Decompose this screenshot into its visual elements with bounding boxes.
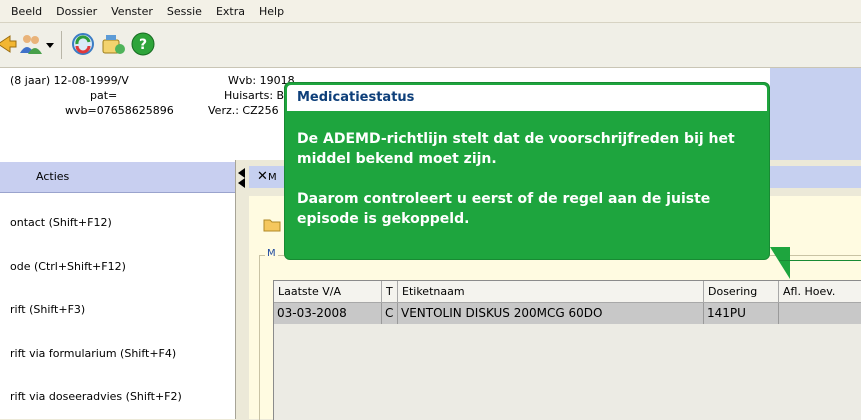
collapse-left-icon[interactable] <box>238 168 245 178</box>
grid-empty-area <box>274 324 861 420</box>
dropdown-arrow-icon[interactable] <box>44 31 56 57</box>
cell-t: C <box>382 303 398 324</box>
patient-verz: Verz.: CZ256 <box>208 104 279 117</box>
toolbar-separator <box>61 31 62 59</box>
menu-extra[interactable]: Extra <box>209 5 252 18</box>
medication-icon[interactable] <box>100 31 126 57</box>
groupbox-label: M <box>265 248 278 259</box>
toolbar: ? <box>0 23 861 68</box>
grid-header: Laatste V/A T Etiketnaam Dosering Afl. H… <box>274 281 861 303</box>
people-icon[interactable] <box>18 31 44 57</box>
collapse-left-icon-2[interactable] <box>238 178 245 188</box>
help-icon[interactable]: ? <box>130 31 156 57</box>
acties-header: Acties <box>0 162 235 193</box>
menu-dossier[interactable]: Dossier <box>49 5 104 18</box>
pane-splitter[interactable] <box>236 160 248 419</box>
refresh-icon[interactable] <box>70 31 96 57</box>
col-dosering[interactable]: Dosering <box>704 281 779 302</box>
patient-age-dob: (8 jaar) 12-08-1999/V <box>10 74 129 87</box>
cell-laatste-va: 03-03-2008 <box>274 303 382 324</box>
cell-afl-hoev <box>779 303 861 324</box>
cell-etiketnaam: VENTOLIN DISKUS 200MCG 60DO <box>398 303 704 324</box>
callout-pointer-line <box>779 260 861 261</box>
action-contact[interactable]: ontact (Shift+F12) <box>10 216 112 229</box>
menu-help[interactable]: Help <box>252 5 291 18</box>
callout-paragraph-2: Daarom controleert u eerst of de regel a… <box>297 191 711 227</box>
col-afl-hoev[interactable]: Afl. Hoev. <box>779 281 861 302</box>
tab-medicatie[interactable]: M <box>268 172 277 183</box>
action-episode[interactable]: ode (Ctrl+Shift+F12) <box>10 260 126 273</box>
cell-dosering: 141PU <box>704 303 779 324</box>
callout-titlebar: Medicatiestatus <box>287 85 767 111</box>
close-tab-icon[interactable]: ✕ <box>257 169 268 184</box>
table-row[interactable]: 03-03-2008 C VENTOLIN DISKUS 200MCG 60DO… <box>274 303 861 324</box>
col-t[interactable]: T <box>382 281 398 302</box>
action-voorschrift-formularium[interactable]: rift via formularium (Shift+F4) <box>10 347 176 360</box>
callout-body: De ADEMD-richtlijn stelt dat de voorschr… <box>297 129 759 249</box>
action-voorschrift[interactable]: rift (Shift+F3) <box>10 303 85 316</box>
action-voorschrift-doseeradvies[interactable]: rift via doseeradvies (Shift+F2) <box>10 390 182 403</box>
menubar: Beeld Dossier Venster Sessie Extra Help <box>0 0 861 23</box>
patient-pat: pat= <box>90 89 118 102</box>
acties-pane: Acties ontact (Shift+F12) ode (Ctrl+Shif… <box>0 160 236 419</box>
callout-tail <box>770 247 790 279</box>
menu-sessie[interactable]: Sessie <box>160 5 209 18</box>
acties-title: Acties <box>36 170 70 183</box>
callout-title: Medicatiestatus <box>297 90 415 105</box>
callout-paragraph-1: De ADEMD-richtlijn stelt dat de voorschr… <box>297 131 735 167</box>
col-etiketnaam[interactable]: Etiketnaam <box>398 281 704 302</box>
medicatiestatus-callout: Medicatiestatus De ADEMD-richtlijn stelt… <box>284 82 770 260</box>
menu-beeld[interactable]: Beeld <box>0 5 49 18</box>
folder-icon[interactable] <box>263 215 281 233</box>
patient-wvb: wvb=07658625896 <box>65 104 174 117</box>
medication-grid: Laatste V/A T Etiketnaam Dosering Afl. H… <box>273 280 861 420</box>
arrow-icon[interactable] <box>0 31 20 57</box>
svg-text:?: ? <box>139 37 147 53</box>
patient-header-panel <box>770 68 861 160</box>
col-laatste-va[interactable]: Laatste V/A <box>274 281 382 302</box>
menu-venster[interactable]: Venster <box>104 5 160 18</box>
